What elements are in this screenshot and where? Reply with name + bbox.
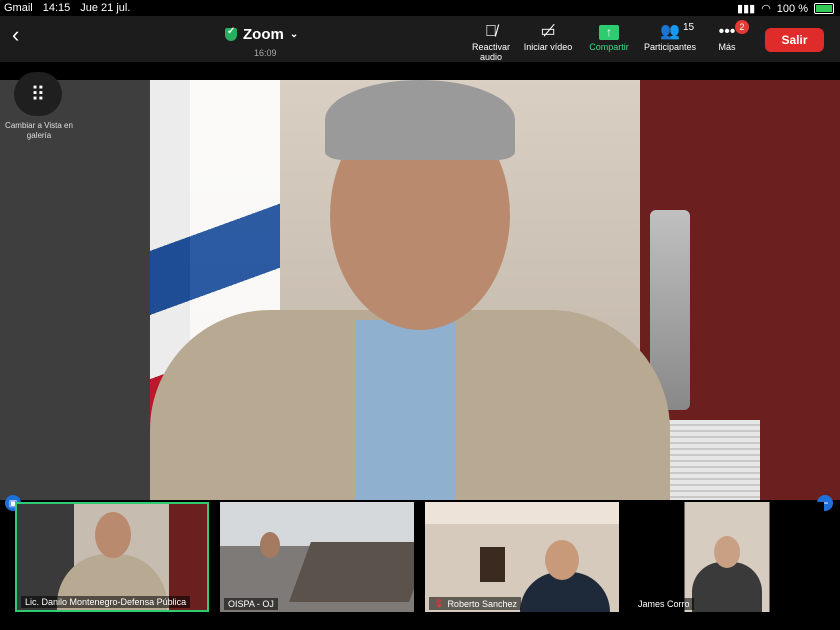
start-video-button[interactable]: ▭̸ Iniciar vídeo (522, 22, 574, 52)
clock: 14:15 (42, 2, 71, 14)
signal-icon: ▮▮▮ (737, 3, 756, 15)
participant-name: OISPA - OJ (228, 599, 274, 609)
back-to-app-link[interactable]: Gmail (4, 2, 33, 14)
battery-percent: 100 % (776, 2, 808, 15)
shield-check-icon (225, 26, 237, 41)
gallery-view-label: Cambiar a Vista en galería (5, 121, 73, 140)
chevron-down-icon: ⌄ (289, 29, 299, 40)
status-bar: Gmail 14:15 Jue 21 jul. ▮▮▮ ◠ 100 % (0, 0, 840, 16)
participant-name: Lic. Danilo Montenegro-Defensa Pública (25, 597, 187, 607)
share-up-icon: ↑ (599, 25, 619, 40)
more-notification-badge: 2 (735, 20, 749, 34)
unmute-audio-button[interactable]: 🎙̸ Reactivar audio (462, 22, 520, 62)
speaker-hair (325, 80, 515, 160)
participant-tile[interactable]: James Corro (630, 502, 824, 612)
leave-button[interactable]: Salir (765, 28, 824, 52)
meeting-title[interactable]: Zoom ⌄ (225, 26, 298, 43)
speaker-shirt (355, 320, 455, 500)
participant-tile[interactable]: 🎙 Roberto Sanchez (425, 502, 619, 612)
battery-icon (814, 3, 834, 14)
wifi-icon: ◠ (761, 3, 771, 15)
back-chevron-icon[interactable]: ‹ (12, 24, 19, 46)
mic-muted-icon: 🎙 (433, 598, 445, 608)
video-off-icon: ▭̸ (540, 23, 556, 40)
active-speaker-video (0, 80, 840, 500)
tile-video (17, 504, 207, 610)
participant-tile[interactable]: OISPA - OJ (220, 502, 414, 612)
meeting-toolbar: ‹ Zoom ⌄ 16:09 🎙̸ Reactivar audio ▭̸ Ini… (0, 16, 840, 62)
meeting-duration: 16:09 (254, 48, 277, 58)
participant-name: Roberto Sanchez (447, 598, 517, 609)
grid-icon: ⠿ (30, 83, 46, 106)
share-button[interactable]: ↑ Compartir (586, 22, 632, 52)
tile-video (425, 502, 619, 612)
gallery-view-button[interactable]: ⠿ (14, 72, 62, 116)
participant-tile[interactable]: Lic. Danilo Montenegro-Defensa Pública (15, 502, 209, 612)
tile-video (630, 502, 824, 612)
participant-name: James Corro (638, 599, 690, 609)
participant-count: 15 (683, 22, 695, 33)
participants-button[interactable]: 👥 15 Participantes (640, 22, 700, 52)
date: Jue 21 jul. (80, 2, 131, 14)
tile-video (220, 502, 414, 612)
mic-off-icon: 🎙̸ (485, 23, 497, 40)
